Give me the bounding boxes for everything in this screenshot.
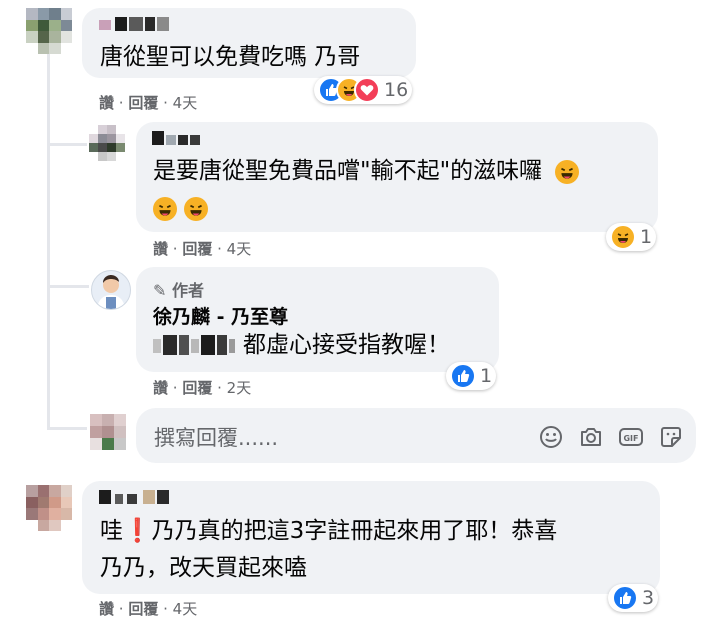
reply-link[interactable]: 回覆	[128, 94, 158, 112]
reaction-count: 1	[640, 226, 653, 248]
reaction-count: 16	[384, 79, 409, 101]
comment-text: 唐從聖可以免費吃嗎 乃哥	[100, 44, 361, 70]
avatar[interactable]	[26, 485, 72, 531]
pencil-icon: ✎	[153, 281, 167, 300]
thread-branch	[47, 143, 87, 146]
comment-text: 乃乃，改天買起來嗑	[100, 555, 307, 581]
emoji-icon[interactable]	[538, 424, 564, 450]
author-name[interactable]: 徐乃麟 - 乃至尊	[153, 302, 288, 329]
sticker-icon[interactable]	[658, 424, 684, 450]
author-name-redacted[interactable]	[152, 131, 202, 145]
comment-actions: 讚 · 回覆 · 4天	[99, 600, 198, 618]
like-icon	[450, 363, 476, 389]
like-link[interactable]: 讚	[153, 379, 168, 397]
comment-actions: 讚 · 回覆 · 2天	[153, 379, 252, 397]
reply-input-placeholder: 撰寫回覆......	[154, 426, 279, 450]
timestamp[interactable]: 4天	[173, 94, 198, 112]
reaction-summary[interactable]: 1	[446, 362, 497, 390]
author-name-redacted[interactable]	[99, 17, 169, 31]
gif-icon[interactable]: GIF	[618, 424, 644, 450]
avatar[interactable]	[26, 8, 72, 54]
comment-actions: 讚 · 回覆 · 4天	[99, 94, 198, 112]
like-link[interactable]: 讚	[99, 600, 114, 618]
reply-link[interactable]: 回覆	[128, 600, 158, 618]
reply-link[interactable]: 回覆	[182, 240, 212, 258]
avatar[interactable]	[89, 125, 125, 161]
like-link[interactable]: 讚	[99, 94, 114, 112]
thread-branch	[47, 285, 89, 288]
author-name-redacted[interactable]	[99, 490, 169, 504]
haha-icon	[153, 197, 177, 221]
reaction-summary[interactable]: 3	[608, 584, 659, 612]
reply-link[interactable]: 回覆	[182, 379, 212, 397]
svg-text:GIF: GIF	[623, 434, 638, 443]
love-icon	[354, 77, 380, 103]
reaction-count: 3	[642, 587, 655, 609]
haha-icon	[184, 197, 209, 221]
thread-line	[47, 52, 50, 430]
comment-text: 哇❗乃乃真的把這3字註冊起來用了耶！恭喜	[100, 518, 558, 544]
thread-branch	[47, 427, 87, 430]
comment-actions: 讚 · 回覆 · 4天	[153, 240, 252, 258]
like-link[interactable]: 讚	[153, 240, 168, 258]
my-avatar[interactable]	[90, 414, 126, 450]
haha-icon	[555, 160, 580, 184]
mentioned-name-redacted[interactable]	[153, 335, 235, 355]
emoji-row	[153, 197, 209, 223]
reaction-count: 1	[480, 365, 493, 387]
comment-text: 都虛心接受指教喔！	[243, 332, 450, 358]
comment-text: 是要唐從聖免費品嚐"輸不起"的滋味囉	[153, 156, 580, 186]
camera-icon[interactable]	[578, 424, 604, 450]
timestamp[interactable]: 2天	[227, 379, 252, 397]
reaction-summary[interactable]: 1	[606, 223, 657, 251]
author-avatar[interactable]	[91, 270, 131, 310]
haha-icon	[610, 224, 636, 250]
timestamp[interactable]: 4天	[227, 240, 252, 258]
like-icon	[612, 585, 638, 611]
timestamp[interactable]: 4天	[173, 600, 198, 618]
reaction-summary[interactable]: 16	[314, 76, 413, 104]
author-badge: ✎ 作者	[153, 281, 204, 300]
